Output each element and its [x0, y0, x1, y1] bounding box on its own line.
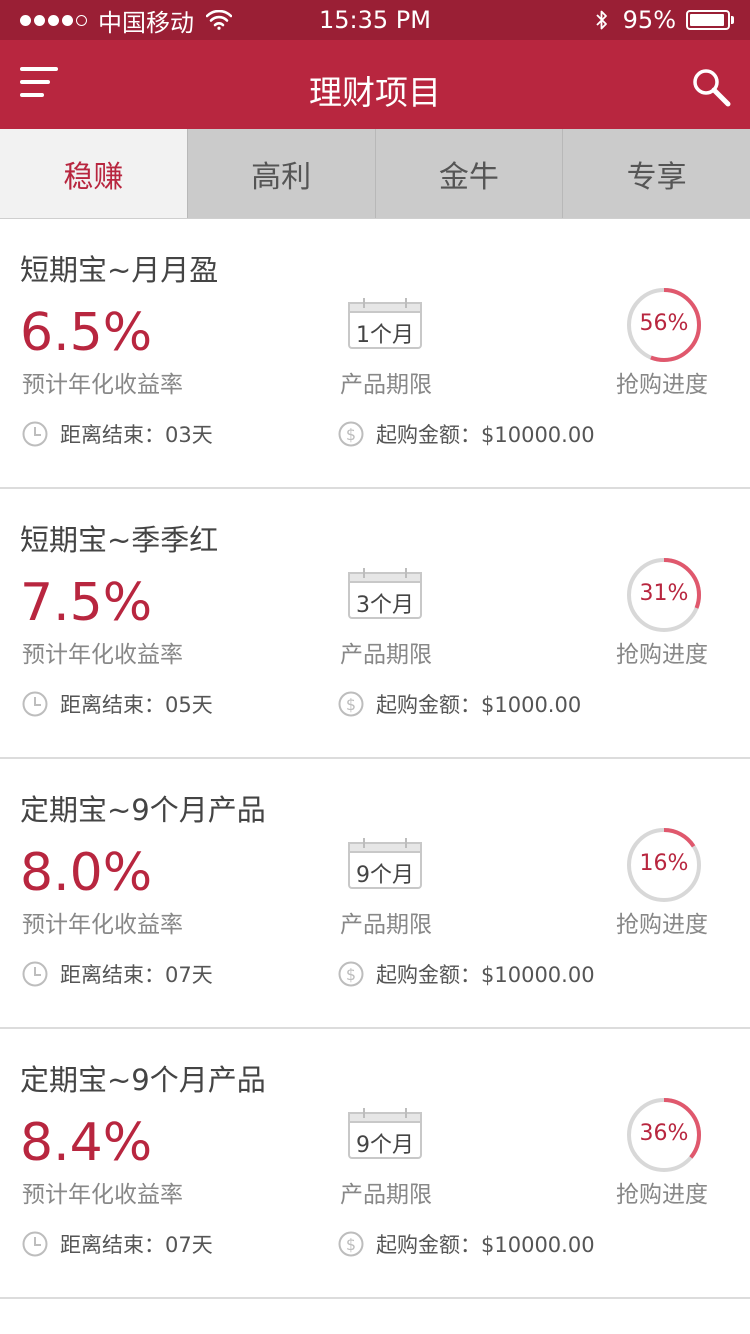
navigation-bar: 理财项目	[0, 40, 750, 129]
page-title: 理财项目	[309, 73, 441, 112]
purchase-progress-label: 抢购进度	[616, 912, 708, 938]
status-bar: 中国移动 15:35 PM 95%	[0, 0, 750, 40]
annual-rate: 6.5%	[20, 303, 153, 363]
clock-icon	[22, 961, 48, 987]
dollar-icon: $	[338, 421, 364, 447]
status-bar-right: 95%	[595, 6, 734, 34]
end-countdown: 距离结束：03天	[22, 419, 213, 449]
search-icon[interactable]	[690, 66, 732, 108]
min-purchase-amount: $ 起购金额：$10000.00	[338, 419, 595, 449]
tab-wenzhuan[interactable]: 稳赚	[0, 129, 187, 218]
min-purchase-amount-text: 起购金额：$1000.00	[376, 693, 582, 717]
purchase-progress: 16%	[639, 851, 689, 876]
calendar-icon: 1个月	[348, 297, 422, 349]
clock-icon	[22, 1231, 48, 1257]
product-term-label: 产品期限	[340, 372, 432, 398]
bluetooth-icon	[596, 10, 607, 30]
annual-rate-label: 预计年化收益率	[22, 642, 183, 668]
product-card[interactable]: 短期宝~季季红 7.5% 预计年化收益率 3个月 产品期限 31% 抢购进度 距…	[0, 489, 750, 759]
tab-zhuanxiang[interactable]: 专享	[562, 129, 750, 218]
product-term-label: 产品期限	[340, 912, 432, 938]
end-countdown-text: 距离结束：03天	[60, 423, 213, 447]
product-card[interactable]: 定期宝~9个月产品 8.0% 预计年化收益率 9个月 产品期限 16% 抢购进度…	[0, 759, 750, 1029]
annual-rate: 8.4%	[20, 1113, 153, 1173]
tab-jinniu[interactable]: 金牛	[374, 129, 563, 218]
product-term: 9个月	[356, 1133, 414, 1158]
product-name: 短期宝~月月盈	[20, 253, 219, 287]
dollar-icon: $	[338, 961, 364, 987]
end-countdown: 距离结束：07天	[22, 1229, 213, 1259]
min-purchase-amount: $ 起购金额：$1000.00	[338, 689, 581, 719]
purchase-progress: 36%	[639, 1121, 689, 1146]
dollar-icon: $	[338, 691, 364, 717]
product-card[interactable]: 短期宝~月月盈 6.5% 预计年化收益率 1个月 产品期限 56% 抢购进度 距…	[0, 219, 750, 489]
end-countdown: 距离结束：07天	[22, 959, 213, 989]
end-countdown-text: 距离结束：07天	[60, 1233, 213, 1257]
battery-percentage: 95%	[622, 6, 676, 34]
min-purchase-amount-text: 起购金额：$10000.00	[376, 423, 595, 447]
category-tabs: 稳赚 高利 金牛 专享	[0, 129, 750, 219]
purchase-progress-label: 抢购进度	[616, 642, 708, 668]
product-card[interactable]: 定期宝~9个月产品 8.4% 预计年化收益率 9个月 产品期限 36% 抢购进度…	[0, 1029, 750, 1299]
tab-gaoli[interactable]: 高利	[186, 129, 375, 218]
end-countdown-text: 距离结束：07天	[60, 963, 213, 987]
purchase-progress: 56%	[639, 311, 689, 336]
purchase-progress-label: 抢购进度	[616, 372, 708, 398]
product-term-label: 产品期限	[340, 642, 432, 668]
product-name: 短期宝~季季红	[20, 523, 219, 557]
product-name: 定期宝~9个月产品	[20, 793, 266, 827]
product-term: 3个月	[356, 593, 414, 618]
purchase-progress-label: 抢购进度	[616, 1182, 708, 1208]
svg-text:$: $	[346, 1235, 356, 1254]
calendar-icon: 3个月	[348, 567, 422, 619]
calendar-icon: 9个月	[348, 1107, 422, 1159]
clock-icon	[22, 421, 48, 447]
battery-level-fill	[690, 14, 725, 26]
product-term: 9个月	[356, 863, 414, 888]
svg-text:$: $	[346, 695, 356, 714]
annual-rate: 8.0%	[20, 843, 153, 903]
end-countdown-text: 距离结束：05天	[60, 693, 213, 717]
svg-text:$: $	[346, 965, 356, 984]
battery-icon	[686, 10, 734, 30]
purchase-progress: 31%	[639, 581, 689, 606]
min-purchase-amount: $ 起购金额：$10000.00	[338, 959, 595, 989]
svg-text:$: $	[346, 425, 356, 444]
product-term-label: 产品期限	[340, 1182, 432, 1208]
annual-rate-label: 预计年化收益率	[22, 1182, 183, 1208]
product-list: 短期宝~月月盈 6.5% 预计年化收益率 1个月 产品期限 56% 抢购进度 距…	[0, 219, 750, 1299]
annual-rate: 7.5%	[20, 573, 153, 633]
annual-rate-label: 预计年化收益率	[22, 372, 183, 398]
calendar-icon: 9个月	[348, 837, 422, 889]
end-countdown: 距离结束：05天	[22, 689, 213, 719]
dollar-icon: $	[338, 1231, 364, 1257]
clock-icon	[22, 691, 48, 717]
min-purchase-amount-text: 起购金额：$10000.00	[376, 963, 595, 987]
min-purchase-amount: $ 起购金额：$10000.00	[338, 1229, 595, 1259]
product-name: 定期宝~9个月产品	[20, 1063, 266, 1097]
annual-rate-label: 预计年化收益率	[22, 912, 183, 938]
min-purchase-amount-text: 起购金额：$10000.00	[376, 1233, 595, 1257]
product-term: 1个月	[356, 323, 414, 348]
